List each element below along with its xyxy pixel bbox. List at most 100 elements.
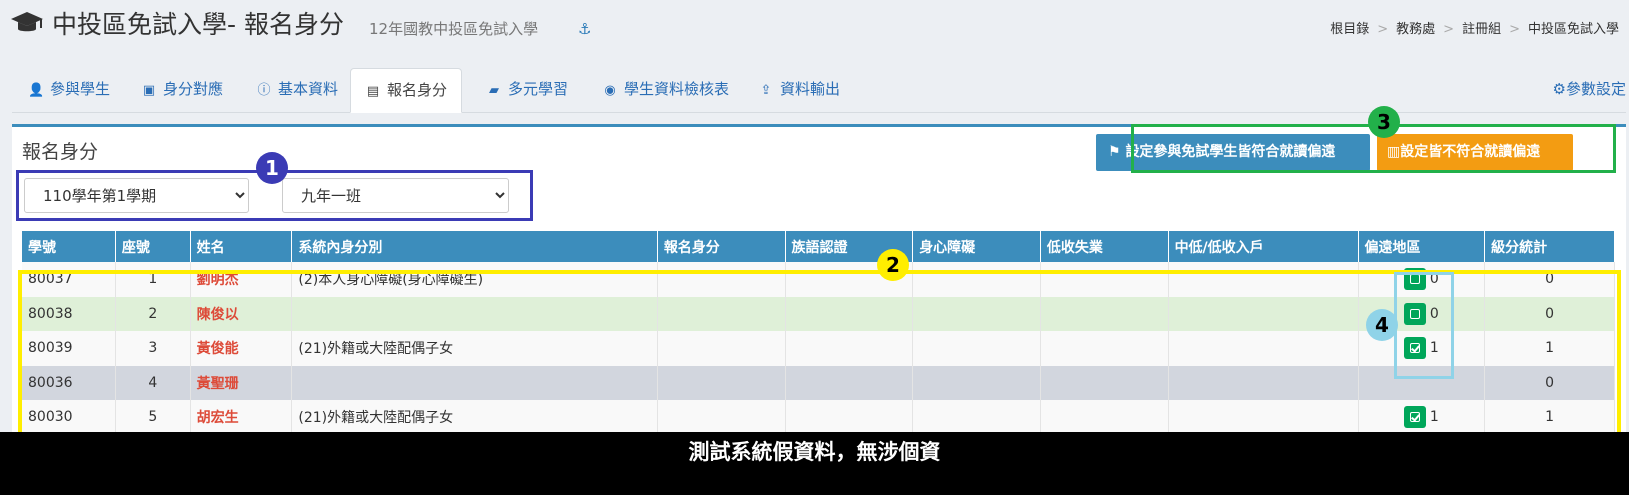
student-id: 80030 xyxy=(22,400,116,435)
book-icon: ▰ xyxy=(489,83,499,98)
score-total: 0 xyxy=(1484,296,1615,331)
remote-checkbox-checked-icon[interactable] xyxy=(1403,337,1426,360)
id-card-icon: ▤ xyxy=(366,84,380,99)
remote-checkbox-checked-icon[interactable] xyxy=(1403,406,1426,429)
system-identity: (21)外籍或大陸配偶子女 xyxy=(291,400,658,435)
score-total: 1 xyxy=(1484,400,1615,435)
low-income-household-cell xyxy=(1168,296,1359,331)
language-cert-cell xyxy=(785,365,914,400)
language-cert-cell xyxy=(785,296,914,331)
table-row: 80037 1 劉明杰 (2)本人身心障礙(身心障礙生) 0 0 xyxy=(22,262,1615,297)
user-plus-icon: 👤 xyxy=(28,83,45,98)
language-cert-cell xyxy=(785,400,914,435)
col-low-income-unemployed[interactable]: 低收失業 xyxy=(1040,231,1169,262)
col-name[interactable]: 姓名 xyxy=(190,231,293,262)
tab-identity-map[interactable]: ▣ 身分對應 xyxy=(127,68,237,113)
tab-settings[interactable]: ⚙參數設定 xyxy=(1553,68,1626,113)
registration-panel: 報名身分 110學年第1學期 九年一班 ⚑ 設定參與免試學生皆符合就讀偏遠 ▥設… xyxy=(12,124,1626,454)
low-income-unemployed-cell xyxy=(1040,296,1169,331)
seat-number: 4 xyxy=(115,365,191,400)
language-cert-cell xyxy=(785,331,914,366)
annotation-badge-4: 4 xyxy=(1366,309,1398,341)
registration-identity-cell xyxy=(657,365,786,400)
remote-value: 1 xyxy=(1429,409,1439,426)
student-name[interactable]: 陳俊以 xyxy=(190,296,293,331)
annotation-badge-1: 1 xyxy=(256,152,288,184)
col-disability[interactable]: 身心障礙 xyxy=(912,231,1041,262)
disability-cell xyxy=(912,262,1041,297)
tab-students[interactable]: 👤 參與學生 xyxy=(14,68,124,113)
anchor-icon[interactable]: ⚓ xyxy=(578,20,591,38)
map-icon: ▥ xyxy=(1387,144,1401,160)
col-registration-identity[interactable]: 報名身分 xyxy=(657,231,786,262)
student-id: 80038 xyxy=(22,296,116,331)
remote-checkbox-icon[interactable] xyxy=(1403,268,1426,291)
student-name[interactable]: 黃俊能 xyxy=(190,331,293,366)
student-name[interactable]: 劉明杰 xyxy=(190,262,293,297)
tab-data-export[interactable]: ⇪ 資料輸出 xyxy=(744,68,854,113)
page-header: 中投區免試入學- 報名身分 12年國教中投區免試入學 ⚓ 根目錄 > 教務處 > 註冊組… xyxy=(0,0,1629,60)
disability-cell xyxy=(912,296,1041,331)
tab-registration-identity[interactable]: ▤ 報名身分 xyxy=(350,68,463,113)
id-badge-icon: ▣ xyxy=(142,83,156,98)
score-total: 0 xyxy=(1484,365,1615,400)
registration-identity-cell xyxy=(657,296,786,331)
gear-icon: ⚙ xyxy=(1552,80,1566,98)
breadcrumb-item[interactable]: 教務處 xyxy=(1396,22,1435,37)
set-all-remote-button[interactable]: ⚑ 設定參與免試學生皆符合就讀偏遠 xyxy=(1096,134,1370,171)
low-income-unemployed-cell xyxy=(1040,331,1169,366)
disclaimer-bar: 測試系統假資料，無涉個資 xyxy=(0,432,1629,495)
student-name[interactable]: 黃聖珊 xyxy=(190,365,293,400)
semester-select[interactable]: 110學年第1學期 xyxy=(24,178,249,213)
col-low-income-household[interactable]: 中低/低收入戶 xyxy=(1168,231,1359,262)
remote-area-cell: 1 xyxy=(1358,400,1486,435)
set-none-remote-button[interactable]: ▥設定皆不符合就讀偏遠 xyxy=(1377,134,1573,171)
system-identity xyxy=(291,365,658,400)
remote-checkbox-icon[interactable] xyxy=(1403,302,1426,325)
student-id: 80039 xyxy=(22,331,116,366)
seat-number: 2 xyxy=(115,296,191,331)
tab-diverse-learning[interactable]: ▰ 多元學習 xyxy=(472,68,582,113)
breadcrumb-item[interactable]: 中投區免試入學 xyxy=(1528,22,1619,37)
class-select[interactable]: 九年一班 xyxy=(282,178,509,213)
info-icon: ⓘ xyxy=(257,83,271,98)
col-remote-area[interactable]: 偏遠地區 xyxy=(1358,231,1486,262)
low-income-unemployed-cell xyxy=(1040,262,1169,297)
eye-icon: ◉ xyxy=(604,83,616,98)
remote-area-cell xyxy=(1358,365,1486,400)
graduation-cap-icon xyxy=(11,12,43,32)
tab-data-check[interactable]: ◉ 學生資料檢核表 xyxy=(588,68,743,113)
col-system-identity[interactable]: 系統內身分別 xyxy=(291,231,658,262)
panel-title: 報名身分 xyxy=(22,141,99,163)
annotation-badge-3: 3 xyxy=(1368,106,1400,138)
score-total: 0 xyxy=(1484,262,1615,297)
student-id: 80037 xyxy=(22,262,116,297)
remote-value: 0 xyxy=(1429,305,1439,322)
seat-number: 5 xyxy=(115,400,191,435)
seat-number: 3 xyxy=(115,331,191,366)
col-seat[interactable]: 座號 xyxy=(115,231,191,262)
score-total: 1 xyxy=(1484,331,1615,366)
col-student-id[interactable]: 學號 xyxy=(22,231,116,262)
tab-basic-info[interactable]: ⓘ 基本資料 xyxy=(242,68,352,113)
flag-icon: ⚑ xyxy=(1108,144,1126,160)
registration-identity-cell xyxy=(657,262,786,297)
remote-value: 0 xyxy=(1429,271,1439,288)
low-income-household-cell xyxy=(1168,365,1359,400)
remote-area-cell: 0 xyxy=(1358,262,1486,297)
col-score-total[interactable]: 級分統計 xyxy=(1484,231,1615,262)
low-income-household-cell xyxy=(1168,262,1359,297)
system-identity xyxy=(291,296,658,331)
breadcrumb-item[interactable]: 根目錄 xyxy=(1330,22,1369,37)
student-name[interactable]: 胡宏生 xyxy=(190,400,293,435)
low-income-unemployed-cell xyxy=(1040,400,1169,435)
page-title: 中投區免試入學- 報名身分 xyxy=(52,10,344,39)
breadcrumb-item[interactable]: 註冊組 xyxy=(1462,22,1501,37)
registration-identity-cell xyxy=(657,400,786,435)
disability-cell xyxy=(912,331,1041,366)
student-id: 80036 xyxy=(22,365,116,400)
disability-cell xyxy=(912,365,1041,400)
system-identity: (2)本人身心障礙(身心障礙生) xyxy=(291,262,658,297)
upload-icon: ⇪ xyxy=(760,83,772,98)
annotation-badge-2: 2 xyxy=(877,249,909,281)
